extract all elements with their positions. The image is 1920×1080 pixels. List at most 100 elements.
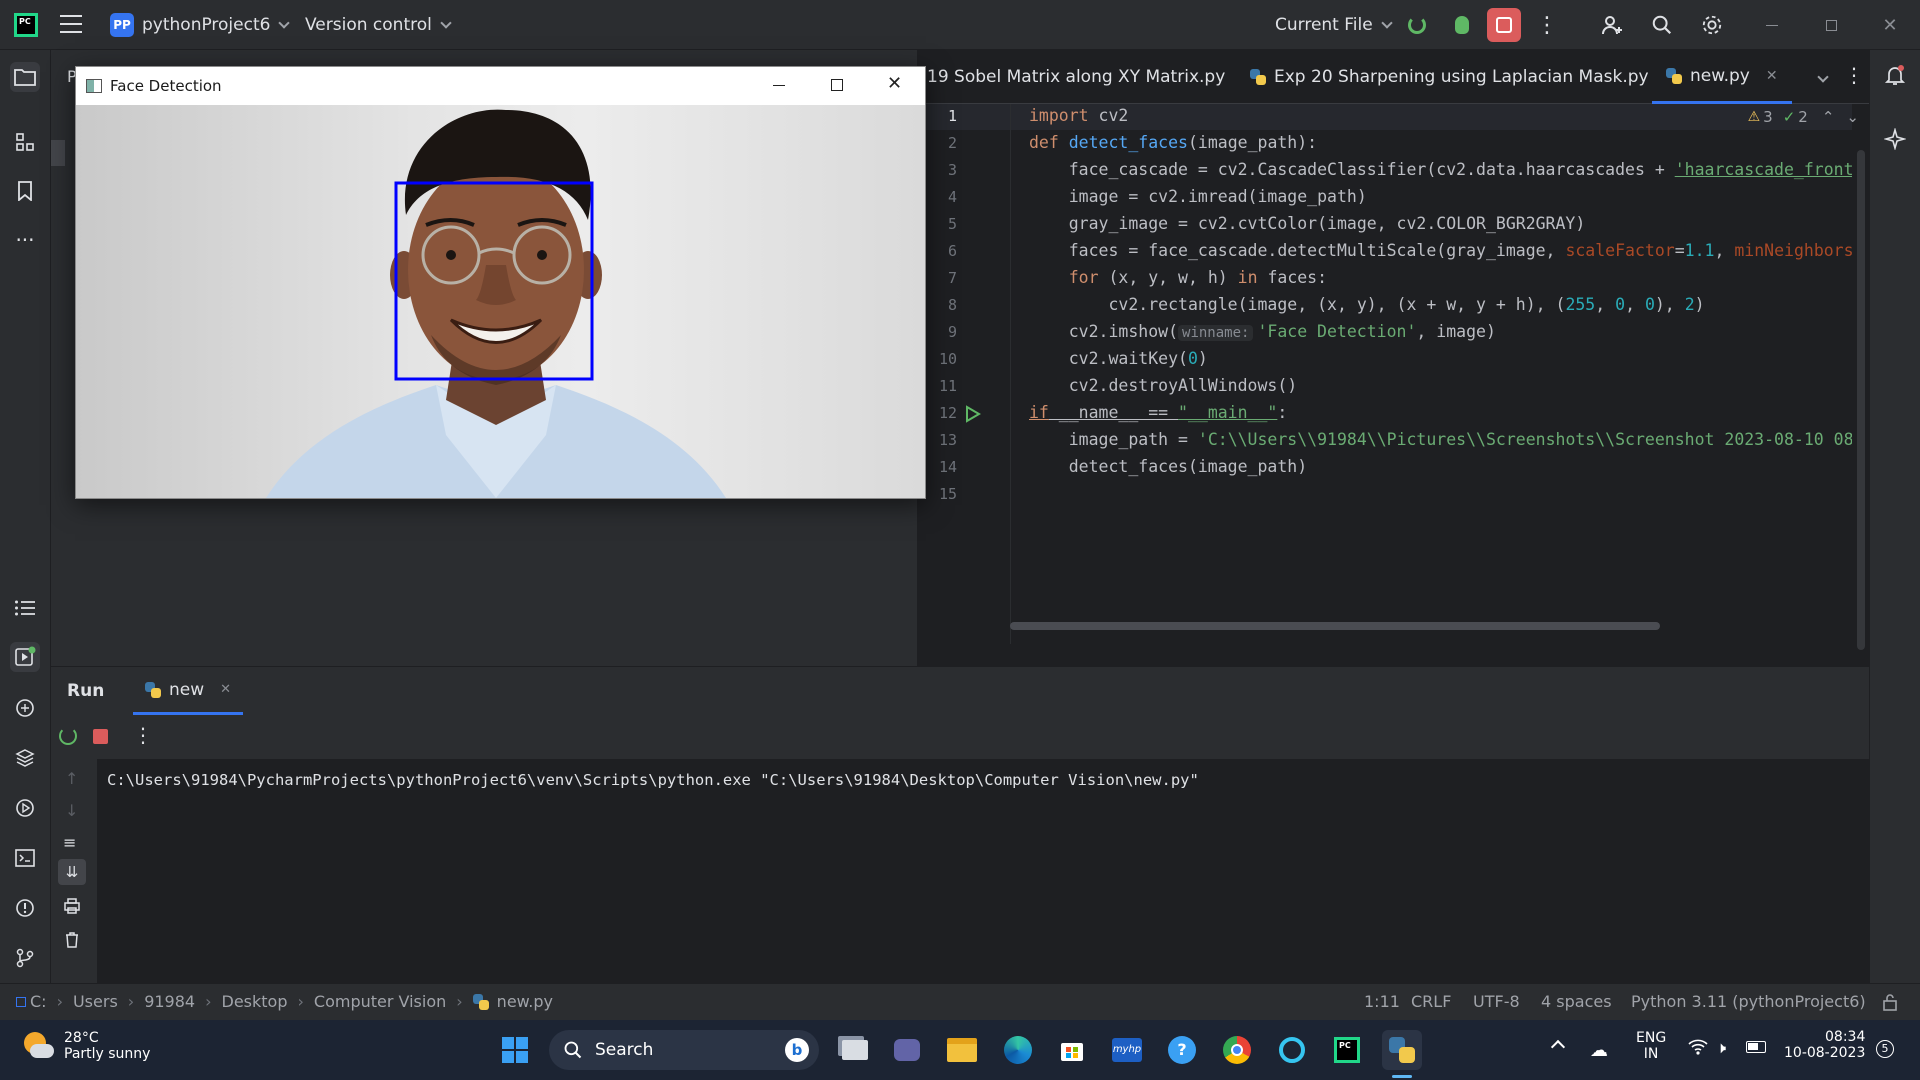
run-gutter-icon[interactable] bbox=[965, 405, 981, 427]
caret-position[interactable]: 1:11 bbox=[1364, 992, 1400, 1011]
python-packages-icon[interactable] bbox=[10, 743, 40, 773]
breadcrumb-item[interactable]: Desktop bbox=[222, 992, 288, 1011]
print-icon[interactable] bbox=[63, 897, 81, 919]
scroll-up-icon[interactable]: ↑ bbox=[65, 769, 78, 788]
python-app-icon[interactable] bbox=[1382, 1030, 1422, 1070]
language-indicator[interactable]: ENG IN bbox=[1636, 1030, 1666, 1062]
more-tools-icon[interactable]: ··· bbox=[10, 225, 40, 255]
help-icon[interactable]: ? bbox=[1162, 1030, 1202, 1070]
scroll-down-icon[interactable]: ↓ bbox=[65, 801, 78, 820]
breadcrumb-item[interactable]: new.py bbox=[497, 992, 553, 1011]
notifications-bell-icon[interactable] bbox=[1884, 64, 1906, 90]
onedrive-offline-icon[interactable]: ☁ bbox=[1590, 1040, 1608, 1061]
todo-list-icon[interactable] bbox=[10, 593, 40, 623]
stop-button[interactable] bbox=[1487, 8, 1521, 42]
weather-desc: Partly sunny bbox=[64, 1046, 151, 1062]
rerun-icon[interactable] bbox=[59, 727, 77, 745]
pycharm-taskbar-icon[interactable]: PC bbox=[1327, 1030, 1367, 1070]
file-explorer-icon[interactable] bbox=[942, 1030, 982, 1070]
version-control-menu[interactable]: Version control bbox=[305, 0, 452, 50]
indent-setting[interactable]: 4 spaces bbox=[1541, 992, 1612, 1011]
git-branch-icon[interactable] bbox=[10, 943, 40, 973]
bookmarks-icon[interactable] bbox=[10, 176, 40, 206]
vertical-scrollbar[interactable] bbox=[1857, 150, 1865, 650]
code-area[interactable]: import cv2 def detect_faces(image_path):… bbox=[1010, 104, 1852, 644]
tabs-dropdown-icon[interactable] bbox=[1809, 66, 1829, 85]
lock-icon[interactable] bbox=[1882, 993, 1898, 1015]
trash-icon[interactable] bbox=[63, 931, 81, 953]
speaker-muted-icon[interactable]: 🕨 bbox=[1716, 1038, 1726, 1058]
microsoft-store-icon[interactable] bbox=[1052, 1030, 1092, 1070]
show-hidden-icons-chevron[interactable] bbox=[1550, 1039, 1566, 1055]
weather-widget[interactable]: 28°C Partly sunny bbox=[20, 1030, 150, 1062]
project-selector[interactable]: PP pythonProject6 bbox=[110, 0, 291, 50]
project-folder-icon[interactable] bbox=[10, 62, 40, 92]
structure-icon[interactable] bbox=[10, 127, 40, 157]
problems-icon[interactable] bbox=[10, 893, 40, 923]
face-window-titlebar[interactable]: Face Detection ✕ bbox=[76, 67, 925, 105]
run-tool-icon[interactable] bbox=[10, 642, 40, 672]
tab-sobel-matrix[interactable]: 19 Sobel Matrix along XY Matrix.py bbox=[927, 50, 1225, 104]
battery-icon[interactable] bbox=[1746, 1041, 1766, 1053]
breadcrumb-item[interactable]: C: bbox=[30, 992, 47, 1011]
minimize-icon[interactable] bbox=[773, 85, 785, 86]
stop-icon[interactable] bbox=[93, 729, 108, 744]
add-user-icon[interactable] bbox=[1595, 8, 1629, 42]
main-menu-icon[interactable] bbox=[60, 15, 82, 33]
myhp-icon[interactable]: myhp bbox=[1107, 1030, 1147, 1070]
close-icon[interactable]: ✕ bbox=[887, 73, 902, 94]
maximize-icon[interactable] bbox=[831, 79, 843, 91]
code-line-14: detect_faces(image_path) bbox=[1029, 457, 1308, 476]
inspection-widget[interactable]: ⚠ 3 ✓ 2 ⌃ ⌄ bbox=[1748, 108, 1859, 126]
breadcrumb-item[interactable]: 91984 bbox=[144, 992, 195, 1011]
code-line-8: cv2.rectangle(image, (x, y), (x + w, y +… bbox=[1029, 295, 1705, 314]
notification-badge[interactable]: 5 bbox=[1876, 1040, 1894, 1058]
run-more-icon[interactable]: ⋮ bbox=[133, 723, 153, 747]
python-file-icon bbox=[145, 681, 161, 698]
bing-icon: b bbox=[785, 1038, 809, 1062]
services-icon[interactable] bbox=[10, 793, 40, 823]
windows-start-icon[interactable] bbox=[495, 1030, 535, 1070]
editor-tabs: 19 Sobel Matrix along XY Matrix.py Exp 2… bbox=[917, 50, 1869, 104]
wifi-icon[interactable] bbox=[1688, 1038, 1708, 1060]
tab-more-icon[interactable]: ⋮ bbox=[1844, 63, 1864, 87]
run-config-selector[interactable]: Current File bbox=[1275, 0, 1393, 50]
code-line-5: gray_image = cv2.cvtColor(image, cv2.COL… bbox=[1029, 214, 1586, 233]
search-icon[interactable] bbox=[1645, 8, 1679, 42]
minimize-window-icon[interactable] bbox=[1755, 8, 1789, 42]
soft-wrap-icon[interactable]: ≡ bbox=[63, 833, 76, 852]
line-separator[interactable]: CRLF bbox=[1411, 992, 1451, 1011]
chrome-icon[interactable] bbox=[1217, 1030, 1257, 1070]
settings-gear-icon[interactable] bbox=[1695, 8, 1729, 42]
cortana-icon[interactable] bbox=[1272, 1030, 1312, 1070]
python-console-icon[interactable] bbox=[10, 693, 40, 723]
next-highlight-icon[interactable]: ⌄ bbox=[1846, 108, 1859, 126]
console-output[interactable]: C:\Users\91984\PycharmProjects\pythonPro… bbox=[97, 759, 1869, 984]
close-window-icon[interactable]: ✕ bbox=[1873, 8, 1907, 42]
more-actions-icon[interactable]: ⋮ bbox=[1530, 8, 1564, 42]
run-tab-new[interactable]: new ✕ bbox=[133, 667, 244, 715]
python-interpreter[interactable]: Python 3.11 (pythonProject6) bbox=[1631, 992, 1866, 1011]
close-tab-icon[interactable]: ✕ bbox=[220, 682, 231, 697]
terminal-icon[interactable] bbox=[10, 843, 40, 873]
teams-meet-icon[interactable] bbox=[887, 1030, 927, 1070]
scroll-to-end-icon[interactable]: ⇊ bbox=[58, 859, 86, 885]
file-encoding[interactable]: UTF-8 bbox=[1473, 992, 1520, 1011]
breadcrumb-item[interactable]: Computer Vision bbox=[314, 992, 446, 1011]
previous-highlight-icon[interactable]: ⌃ bbox=[1822, 108, 1835, 126]
edge-browser-icon[interactable] bbox=[998, 1030, 1038, 1070]
rerun-icon[interactable] bbox=[1400, 8, 1434, 42]
ai-assistant-icon[interactable] bbox=[1883, 127, 1907, 154]
debug-icon[interactable] bbox=[1445, 8, 1479, 42]
taskbar-search-box[interactable]: Search b bbox=[549, 1030, 819, 1070]
restore-window-icon[interactable] bbox=[1814, 8, 1848, 42]
tab-laplacian-mask[interactable]: Exp 20 Sharpening using Laplacian Mask.p… bbox=[1250, 50, 1649, 104]
close-tab-icon[interactable]: ✕ bbox=[1766, 68, 1778, 84]
clock[interactable]: 08:34 10-08-2023 bbox=[1784, 1029, 1865, 1061]
task-view-icon[interactable] bbox=[835, 1030, 875, 1070]
pycharm-logo-icon[interactable]: PC bbox=[14, 13, 38, 37]
tab-new-py[interactable]: new.py ✕ bbox=[1652, 50, 1792, 104]
right-tool-strip bbox=[1869, 50, 1920, 983]
breadcrumb-item[interactable]: Users bbox=[73, 992, 118, 1011]
horizontal-scrollbar[interactable] bbox=[1010, 622, 1660, 630]
